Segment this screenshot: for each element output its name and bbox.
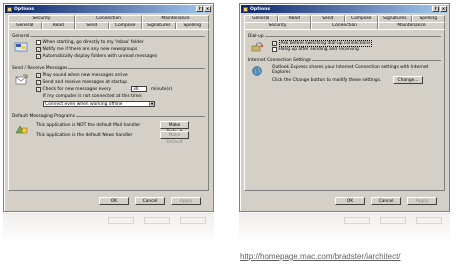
close-button[interactable]: ×: [204, 6, 211, 12]
unread-folders-label: Automatically display folders with unrea…: [42, 54, 158, 59]
send-receive-group-label: Send / Receive Messages: [12, 66, 69, 71]
default-programs-group: Default Messaging Programs: [12, 114, 205, 119]
hang-up-checkbox[interactable]: [272, 47, 277, 52]
reflection-buttons: [3, 213, 214, 225]
tab-row-front: General Read Send Compose Signatures Spe…: [8, 22, 209, 29]
right-dialog-reflection: [239, 213, 450, 251]
send-receive-icon: [15, 74, 28, 85]
mail-handler-text: This application is NOT the default Mail…: [36, 123, 141, 128]
default-programs-group-label: Default Messaging Programs: [12, 114, 76, 119]
inbox-startup-label: When starting, go directly to my 'Inbox'…: [42, 40, 144, 45]
play-sound-label: Play sound when new messages arrive: [42, 73, 128, 78]
change-button[interactable]: Change...: [393, 76, 423, 84]
internet-settings-text: Outlook Express shares your Internet Con…: [272, 65, 429, 76]
tab-compose[interactable]: Compose: [344, 15, 378, 22]
default-programs-icon: [15, 125, 28, 134]
tab-row-front: Security Connection Maintenance: [244, 22, 445, 29]
unread-folders-checkbox-row[interactable]: ✓ Automatically display folders with unr…: [36, 54, 157, 59]
ok-button[interactable]: OK: [335, 197, 365, 205]
reflection-buttons: [239, 213, 450, 225]
connection-select[interactable]: Connect even when working offline ▼: [43, 101, 155, 107]
tab-read[interactable]: Read: [41, 22, 75, 29]
ask-switch-checkbox[interactable]: ✓: [272, 41, 277, 46]
check-minutes-spinner[interactable]: 30: [131, 86, 147, 92]
general-group-label: General: [12, 34, 31, 39]
tab-maintenance[interactable]: Maintenance: [378, 22, 445, 29]
tab-read[interactable]: Read: [277, 15, 311, 22]
cancel-button[interactable]: Cancel: [371, 197, 401, 205]
tab-general[interactable]: General: [8, 22, 42, 29]
tab-connection[interactable]: Connection: [75, 15, 142, 22]
help-button[interactable]: ?: [432, 6, 439, 12]
left-dialog-reflection: [3, 213, 214, 251]
general-tab-panel: General When starting, go directly to my…: [8, 29, 209, 191]
notify-newsgroups-label: Notify me if there are any new newsgroup…: [42, 47, 138, 52]
help-button[interactable]: ?: [196, 6, 203, 12]
tab-signatures[interactable]: Signatures: [378, 15, 412, 22]
notify-newsgroups-checkbox-row[interactable]: ✓ Notify me if there are any new newsgro…: [36, 47, 137, 52]
news-handler-text: This application is the default News han…: [36, 133, 133, 138]
hang-up-checkbox-row[interactable]: Hang up after sending and receiving: [272, 47, 359, 52]
send-receive-group: Send / Receive Messages: [12, 66, 205, 71]
check-messages-checkbox[interactable]: ✓: [36, 87, 41, 92]
window-title: Options: [14, 6, 35, 12]
tab-maintenance[interactable]: Maintenance: [142, 15, 209, 22]
minutes-label: minute(s): [151, 87, 173, 92]
tab-row-back: Security Connection Maintenance: [8, 15, 209, 22]
check-messages-checkbox-row[interactable]: ✓ Check for new messages every: [36, 87, 111, 92]
tab-send[interactable]: Send: [311, 15, 345, 22]
play-sound-checkbox-row[interactable]: ✓ Play sound when new messages arrive: [36, 73, 128, 78]
inbox-startup-checkbox-row[interactable]: When starting, go directly to my 'Inbox'…: [36, 40, 144, 45]
options-dialog-connection: Options ? × General Read Send Compose Si…: [239, 3, 450, 212]
tab-signatures[interactable]: Signatures: [142, 22, 176, 29]
general-group: General: [12, 34, 205, 39]
cancel-button[interactable]: Cancel: [135, 197, 165, 205]
tab-spelling[interactable]: Spelling: [175, 22, 209, 29]
source-url-link[interactable]: http://homepage.mac.com/bradster/iarchit…: [240, 252, 401, 261]
tab-connection[interactable]: Connection: [311, 22, 378, 29]
ok-button[interactable]: OK: [99, 197, 129, 205]
internet-settings-group-label: Internet Connection Settings: [248, 58, 313, 63]
change-hint-text: Click the Change button to modify these …: [272, 78, 382, 83]
title-bar[interactable]: Options ? ×: [241, 5, 448, 13]
notify-newsgroups-checkbox[interactable]: ✓: [36, 47, 41, 52]
tab-general[interactable]: General: [244, 15, 278, 22]
tab-send[interactable]: Send: [75, 22, 109, 29]
apply-button[interactable]: Apply: [171, 197, 201, 205]
general-settings-icon: [14, 42, 28, 52]
tab-spelling[interactable]: Spelling: [411, 15, 445, 22]
dialup-group-label: Dial-up: [248, 34, 265, 39]
apply-button[interactable]: Apply: [407, 197, 437, 205]
tab-security[interactable]: Security: [244, 22, 311, 29]
ask-switch-label: Ask before switching dial-up connections: [278, 40, 373, 47]
internet-settings-group: Internet Connection Settings: [248, 58, 441, 63]
check-messages-label: Check for new messages every: [42, 87, 112, 92]
play-sound-checkbox[interactable]: ✓: [36, 73, 41, 78]
tab-compose[interactable]: Compose: [108, 22, 142, 29]
not-connected-label: If my computer is not connected at this …: [43, 94, 143, 99]
dialup-icon: [251, 42, 264, 52]
tab-security[interactable]: Security: [8, 15, 75, 22]
dialup-group: Dial-up: [248, 34, 441, 39]
send-startup-checkbox-row[interactable]: ✓ Send and receive messages at startup: [36, 80, 127, 85]
options-dialog-general: Options ? × Security Connection Maintena…: [3, 3, 214, 212]
window-title: Options: [250, 6, 271, 12]
make-default-news-button[interactable]: Make Default: [160, 131, 189, 145]
options-icon: [7, 6, 12, 12]
make-default-mail-button[interactable]: Make Default: [160, 121, 189, 135]
tab-row-back: General Read Send Compose Signatures Spe…: [244, 15, 445, 22]
chevron-down-icon[interactable]: ▼: [149, 102, 154, 106]
options-icon: [243, 6, 248, 12]
send-startup-label: Send and receive messages at startup: [42, 80, 128, 85]
title-bar[interactable]: Options ? ×: [5, 5, 212, 13]
connection-select-value: Connect even when working offline: [45, 102, 123, 106]
ask-switch-checkbox-row[interactable]: ✓ Ask before switching dial-up connectio…: [272, 40, 373, 47]
inbox-startup-checkbox[interactable]: [36, 40, 41, 45]
globe-icon: [252, 66, 262, 76]
connection-tab-panel: Dial-up ✓ Ask before switching dial-up c…: [244, 29, 445, 191]
send-startup-checkbox[interactable]: ✓: [36, 80, 41, 85]
close-button[interactable]: ×: [440, 6, 447, 12]
unread-folders-checkbox[interactable]: ✓: [36, 54, 41, 59]
hang-up-label: Hang up after sending and receiving: [278, 47, 359, 52]
